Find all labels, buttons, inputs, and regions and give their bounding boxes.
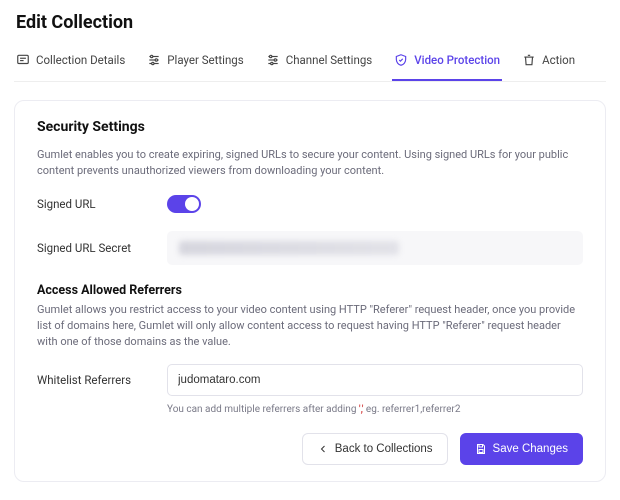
tab-label: Player Settings (167, 53, 243, 67)
tab-player-settings[interactable]: Player Settings (145, 47, 245, 81)
whitelist-referrers-label: Whitelist Referrers (37, 373, 167, 387)
secret-blur (179, 241, 399, 255)
security-settings-description: Gumlet enables you to create expiring, s… (37, 147, 583, 179)
arrow-left-icon (317, 443, 329, 455)
button-label: Back to Collections (335, 443, 433, 455)
security-settings-title: Security Settings (37, 119, 583, 135)
tab-label: Video Protection (414, 53, 500, 67)
sliders-icon (147, 53, 161, 67)
button-label: Save Changes (493, 443, 568, 455)
whitelist-referrers-row: Whitelist Referrers (37, 364, 583, 396)
sliders-icon (266, 53, 280, 67)
whitelist-referrers-hint: You can add multiple referrers after add… (167, 404, 583, 415)
signed-url-label: Signed URL (37, 197, 167, 211)
tab-label: Action (542, 53, 575, 67)
access-referrers-title: Access Allowed Referrers (37, 283, 583, 298)
tab-video-protection[interactable]: Video Protection (392, 47, 502, 81)
signed-url-toggle[interactable] (167, 195, 201, 213)
toggle-knob (185, 197, 199, 211)
save-changes-button[interactable]: Save Changes (460, 433, 583, 465)
access-referrers-description: Gumlet allows you restrict access to you… (37, 302, 583, 350)
tabs: Collection Details Player Settings Chann… (14, 47, 606, 82)
signed-url-secret-label: Signed URL Secret (37, 241, 167, 255)
signed-url-secret-field[interactable] (167, 231, 583, 265)
signed-url-row: Signed URL (37, 195, 583, 213)
save-icon (475, 443, 487, 455)
tab-label: Collection Details (36, 53, 125, 67)
back-to-collections-button[interactable]: Back to Collections (302, 433, 448, 465)
shield-icon (394, 53, 408, 67)
action-buttons: Back to Collections Save Changes (37, 433, 583, 465)
security-settings-card: Security Settings Gumlet enables you to … (14, 100, 606, 482)
tab-action[interactable]: Action (520, 47, 577, 81)
signed-url-secret-row: Signed URL Secret (37, 231, 583, 265)
trash-icon (522, 53, 536, 67)
tab-channel-settings[interactable]: Channel Settings (264, 47, 375, 81)
details-icon (16, 53, 30, 67)
tab-label: Channel Settings (286, 53, 373, 67)
tab-collection-details[interactable]: Collection Details (14, 47, 127, 81)
whitelist-referrers-input[interactable] (167, 364, 583, 396)
page-title: Edit Collection (16, 12, 606, 33)
